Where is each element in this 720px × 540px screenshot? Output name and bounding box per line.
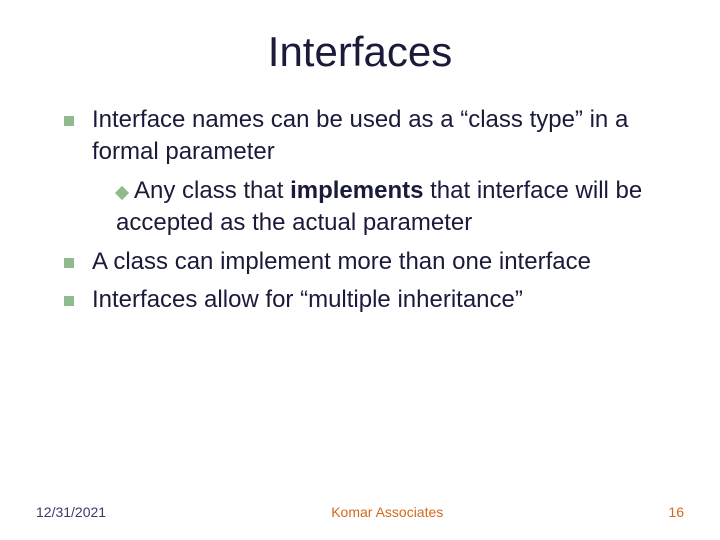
slide-body: Interface names can be used as a “class … xyxy=(48,104,672,316)
slide-footer: 12/31/2021 Komar Associates 16 xyxy=(0,504,720,520)
footer-date: 12/31/2021 xyxy=(36,504,106,520)
sub-bullet-item: Any class that implements that interface… xyxy=(116,175,672,240)
bullet-item: Interfaces allow for “multiple inheritan… xyxy=(64,284,672,316)
square-bullet-icon xyxy=(64,116,74,126)
square-bullet-icon xyxy=(64,258,74,268)
sub-bullet-bold: implements xyxy=(290,177,423,204)
sub-bullet-pre: Any class that xyxy=(134,177,290,204)
bullet-text: Interfaces allow for “multiple inheritan… xyxy=(92,284,672,316)
footer-org: Komar Associates xyxy=(106,504,668,520)
bullet-text: Interface names can be used as a “class … xyxy=(92,104,672,169)
bullet-item: A class can implement more than one inte… xyxy=(64,246,672,278)
sub-bullet-text: Any class that implements that interface… xyxy=(116,177,642,236)
slide: Interfaces Interface names can be used a… xyxy=(0,0,720,540)
square-bullet-icon xyxy=(64,296,74,306)
diamond-bullet-icon xyxy=(116,187,128,199)
bullet-text: A class can implement more than one inte… xyxy=(92,246,672,278)
bullet-item: Interface names can be used as a “class … xyxy=(64,104,672,169)
footer-page-number: 16 xyxy=(668,504,684,520)
slide-title: Interfaces xyxy=(48,28,672,76)
